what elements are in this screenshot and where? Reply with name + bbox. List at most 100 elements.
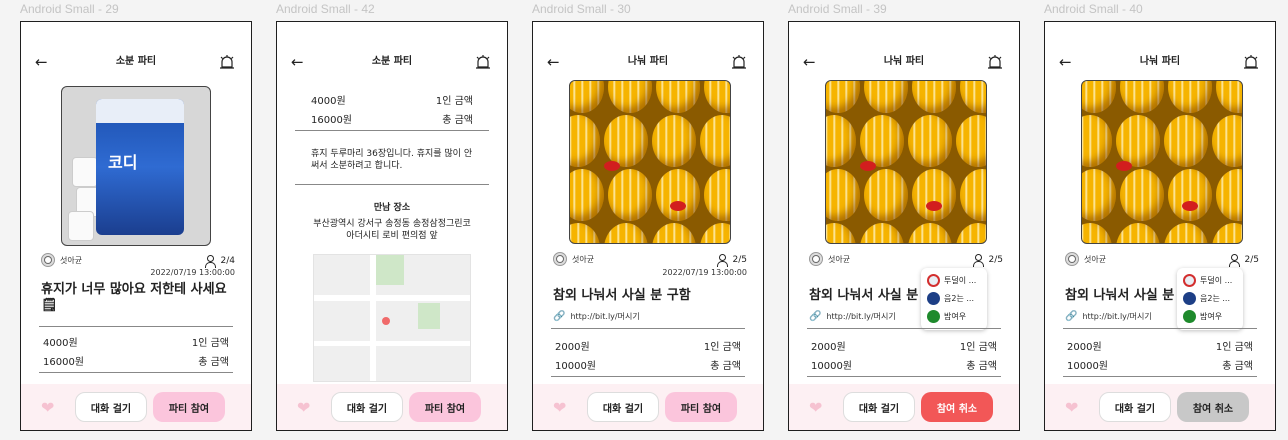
heart-icon[interactable]: ❤ [553, 398, 566, 417]
avatar [927, 274, 940, 287]
author-name: 섯아균 [1084, 254, 1107, 264]
product-image: 코디 [61, 86, 211, 246]
price-row-total: 10000원 총 금액 [1067, 357, 1253, 372]
page-title: 나눠 파티 [883, 56, 925, 67]
member-item[interactable]: 투덜이 ... [927, 274, 976, 287]
avatar [1065, 252, 1079, 266]
member-count[interactable]: 2/5 [972, 254, 1003, 267]
avatar [553, 252, 567, 266]
siren-icon[interactable] [219, 54, 235, 70]
divider [1063, 376, 1257, 377]
link[interactable]: 🔗 http://bit.ly/머시기 [809, 311, 896, 322]
price-label: 총 금액 [1222, 361, 1253, 372]
avatar [1183, 274, 1196, 287]
link-icon: 🔗 [553, 311, 566, 322]
meeting-place-title: 만남 장소 [373, 203, 411, 213]
price-amount: 16000원 [311, 115, 353, 126]
member-item[interactable]: 음2는 ... [1183, 292, 1230, 305]
price-amount: 2000원 [555, 342, 590, 353]
screen-party-detail-melon: ← 나눠 파티 섯아균 2/5 2022/07/19 13:00:00 참외 나… [532, 21, 764, 431]
divider [551, 376, 745, 377]
screen-party-joined: ← 나눠 파티 섯아균 2/5 202 참외 나눠서 사실 분 🔗 http:/… [788, 21, 1020, 431]
member-item[interactable]: 음2는 ... [927, 292, 974, 305]
author-name: 섯아균 [572, 254, 595, 264]
siren-icon[interactable] [1243, 54, 1259, 70]
link-icon: 🔗 [809, 311, 822, 322]
author[interactable]: 섯아균 [553, 252, 594, 266]
price-amount: 10000원 [811, 361, 853, 372]
product-image [1081, 80, 1243, 244]
price-row-total: 10000원 총 금액 [555, 357, 741, 372]
chat-button[interactable]: 대화 걸기 [331, 392, 403, 422]
link[interactable]: 🔗 http://bit.ly/머시기 [1065, 311, 1152, 322]
chat-button[interactable]: 대화 걸기 [843, 392, 915, 422]
frame-label: Android Small - 42 [276, 2, 375, 16]
header: ← 나눠 파티 [533, 52, 763, 74]
price-row-total: 10000원 총 금액 [811, 357, 997, 372]
join-party-button[interactable]: 파티 참여 [409, 392, 481, 422]
heart-icon[interactable]: ❤ [41, 398, 54, 417]
link-text: http://bit.ly/머시기 [1082, 312, 1152, 321]
post-title: 참외 나눠서 사실 분 구함 [553, 288, 691, 303]
bottom-action-bar: ❤ 대화 걸기 파티 참여 [533, 384, 763, 430]
link-text: http://bit.ly/머시기 [826, 312, 896, 321]
author-name: 섯아균 [60, 255, 83, 265]
price-amount: 2000원 [1067, 342, 1102, 353]
price-row-per-person: 2000원 1인 금액 [555, 338, 741, 353]
screen-party-detail-scrolled: ← 소분 파티 4000원 1인 금액 16000원 총 금액 휴지 두루마리 36… [276, 21, 508, 431]
screen-party-joined-disabled: ← 나눠 파티 섯아균 2/5 202 참외 나눠서 사실 분 🔗 http:/… [1044, 21, 1276, 431]
cancel-join-button[interactable]: 참여 취소 [921, 392, 993, 422]
member-item[interactable]: 투덜이 ... [1183, 274, 1232, 287]
author[interactable]: 섯아균 [809, 252, 850, 266]
member-count[interactable]: 2/4 [204, 255, 235, 268]
price-label: 총 금액 [710, 361, 741, 372]
person-icon [716, 254, 728, 267]
member-item[interactable]: 밤여우 [927, 310, 966, 323]
price-amount: 10000원 [1067, 361, 1109, 372]
map-pin-icon [382, 317, 390, 325]
member-item[interactable]: 밤여우 [1183, 310, 1222, 323]
product-image [825, 80, 987, 244]
price-label: 1인 금액 [435, 96, 473, 107]
siren-icon[interactable] [987, 54, 1003, 70]
bottom-action-bar: ❤ 대화 걸기 참여 취소 [1045, 384, 1275, 430]
page-title: 소분 파티 [371, 56, 413, 67]
page-title: 나눠 파티 [1139, 56, 1181, 67]
heart-icon[interactable]: ❤ [809, 398, 822, 417]
siren-icon[interactable] [475, 54, 491, 70]
header: ← 나눠 파티 [789, 52, 1019, 74]
divider [807, 376, 1001, 377]
price-row-per-person: 2000원 1인 금액 [1067, 338, 1253, 353]
join-party-button[interactable]: 파티 참여 [665, 392, 737, 422]
member-count[interactable]: 2/5 [1228, 254, 1259, 267]
chat-button[interactable]: 대화 걸기 [587, 392, 659, 422]
chat-button[interactable]: 대화 걸기 [1099, 392, 1171, 422]
cancel-join-button[interactable]: 참여 취소 [1177, 392, 1249, 422]
author[interactable]: 섯아균 [1065, 252, 1106, 266]
person-icon [1228, 254, 1240, 267]
page-title: 나눠 파티 [627, 56, 669, 67]
frame-label: Android Small - 39 [788, 2, 887, 16]
price-label: 총 금액 [442, 115, 473, 126]
member-list-popup: 투덜이 ... 음2는 ... 밤여우 [921, 268, 987, 330]
join-party-button[interactable]: 파티 참여 [153, 392, 225, 422]
author[interactable]: 섯아균 [41, 253, 82, 267]
price-row-per-person: 4000원 1인 금액 [43, 334, 229, 349]
member-count[interactable]: 2/5 [716, 254, 747, 267]
heart-icon[interactable]: ❤ [1065, 398, 1078, 417]
chat-button[interactable]: 대화 걸기 [75, 392, 147, 422]
price-row-per-person: 4000원 1인 금액 [311, 92, 473, 107]
memo-icon: 🗒 [41, 298, 58, 313]
post-title: 휴지가 너무 많아요 저한테 사세요 🗒 [41, 282, 227, 313]
description: 휴지 두루마리 36장입니다. 휴지를 많이 안써서 소분하려고 합니다. [311, 149, 473, 171]
link[interactable]: 🔗 http://bit.ly/머시기 [553, 311, 640, 322]
header: ← 소분 파티 [277, 52, 507, 74]
price-label: 1인 금액 [1215, 342, 1253, 353]
heart-icon[interactable]: ❤ [297, 398, 310, 417]
member-count-text: 2/5 [988, 255, 1003, 265]
map[interactable] [313, 254, 471, 382]
header: ← 나눠 파티 [1045, 52, 1275, 74]
post-date: 2022/07/19 13:00:00 [662, 268, 747, 277]
header: ← 소분 파티 [21, 52, 251, 74]
siren-icon[interactable] [731, 54, 747, 70]
